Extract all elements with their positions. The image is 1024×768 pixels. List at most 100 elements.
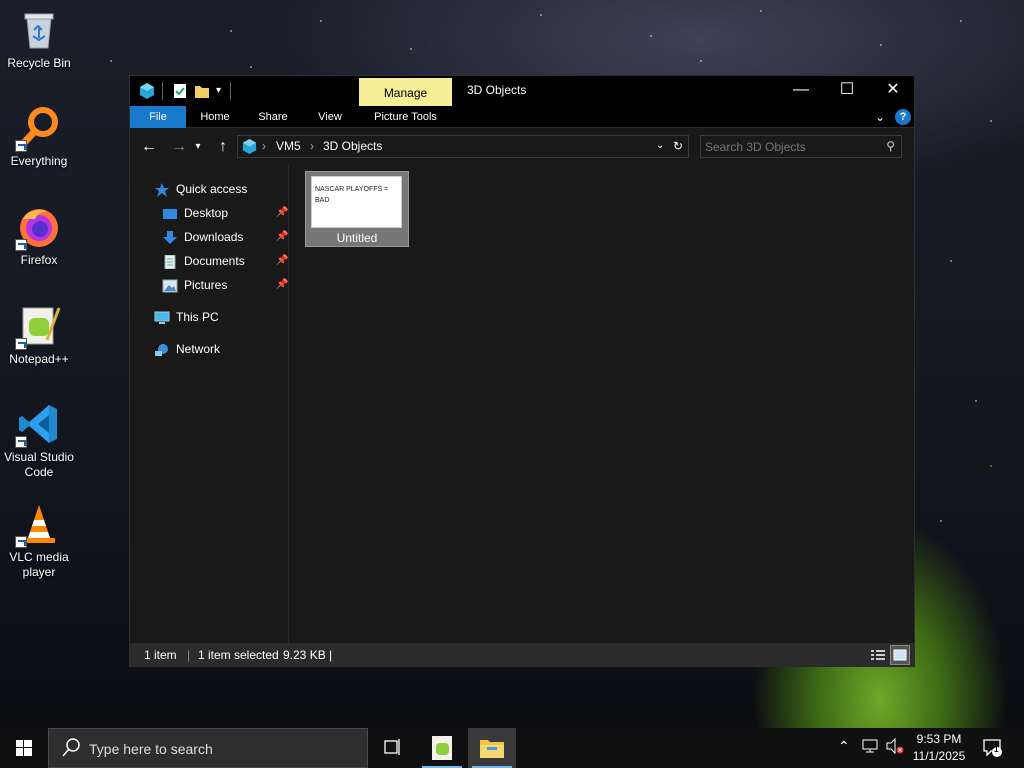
shortcut-arrow-icon	[15, 436, 27, 448]
taskbar-search-box[interactable]: Type here to search	[48, 728, 368, 768]
vscode-icon	[15, 402, 61, 448]
system-clock[interactable]: 9:53 PM 11/1/2025	[906, 731, 972, 765]
window-title: 3D Objects	[467, 83, 527, 97]
clock-time: 9:53 PM	[916, 732, 962, 746]
breadcrumb-vm5[interactable]: VM5	[276, 139, 301, 153]
vlc-icon	[15, 502, 61, 548]
firefox-icon	[15, 205, 61, 251]
task-view-button[interactable]	[368, 728, 416, 768]
tab-view[interactable]: View	[307, 106, 353, 128]
nav-pictures[interactable]: Pictures 📌	[162, 274, 289, 296]
maximize-button[interactable]: ☐	[824, 76, 870, 106]
title-bar[interactable]: ▾ Manage 3D Objects — ☐ ✕	[130, 76, 914, 106]
document-icon	[162, 254, 178, 270]
clock-date: 11/1/2025	[912, 749, 966, 763]
nav-label: Quick access	[176, 182, 248, 196]
desktop-icon-vlc[interactable]: VLC media player	[0, 502, 78, 580]
breadcrumb-separator-icon: ›	[262, 139, 266, 153]
status-separator: |	[187, 648, 191, 662]
desktop-icon-label: Everything	[10, 154, 68, 168]
properties-icon[interactable]	[172, 82, 188, 100]
tab-file[interactable]: File	[130, 106, 186, 128]
address-dropdown-icon[interactable]: ⌄	[656, 140, 664, 151]
address-row: ← → ▾ ↑ › VM5 › 3D Objects ⌄ ↻ ⚲	[130, 129, 914, 165]
shortcut-arrow-icon	[15, 140, 27, 152]
file-item[interactable]: NASCAR PLAYOFFS = BAD Untitled	[305, 171, 409, 247]
tab-home[interactable]: Home	[192, 106, 238, 128]
nav-label: Desktop	[184, 206, 229, 220]
star-icon	[154, 182, 170, 197]
nav-label: Network	[176, 342, 221, 356]
show-hidden-icons-button[interactable]: ⌃	[838, 738, 850, 755]
help-icon[interactable]: ?	[895, 109, 911, 125]
status-item-count: 1 item	[144, 648, 177, 662]
shortcut-arrow-icon	[15, 239, 27, 251]
taskbar-app-file-explorer[interactable]	[468, 728, 516, 768]
pin-icon: 📌	[276, 207, 289, 218]
recent-locations-button[interactable]: ▾	[192, 136, 204, 158]
volume-muted-icon[interactable]	[885, 737, 905, 757]
file-thumbnail: NASCAR PLAYOFFS = BAD	[311, 176, 402, 228]
minimize-button[interactable]: —	[778, 76, 824, 106]
back-button[interactable]: ←	[138, 136, 160, 158]
desktop-folder-icon	[162, 206, 178, 220]
notification-center-icon[interactable]: 1	[982, 737, 1004, 762]
refresh-icon[interactable]: ↻	[673, 139, 683, 153]
nav-desktop[interactable]: Desktop 📌	[162, 202, 289, 224]
recycle-bin-icon	[17, 8, 61, 52]
new-folder-icon[interactable]	[194, 82, 210, 100]
tab-share[interactable]: Share	[250, 106, 296, 128]
desktop-icon-firefox[interactable]: Firefox	[0, 205, 78, 268]
search-icon: ⚲	[886, 139, 895, 153]
desktop-icon-label: Firefox	[20, 253, 58, 267]
up-button[interactable]: ↑	[212, 136, 234, 158]
close-button[interactable]: ✕	[870, 76, 916, 106]
desktop-icon-everything[interactable]: Everything	[0, 106, 78, 169]
status-selection: 1 item selected	[198, 648, 279, 662]
large-icons-view-button[interactable]	[890, 645, 910, 665]
network-tray-icon[interactable]	[862, 738, 880, 757]
network-icon	[154, 342, 170, 356]
notepad-plus-plus-icon	[15, 304, 61, 350]
desktop-icon-label: Recycle Bin	[7, 56, 71, 70]
address-bar[interactable]: › VM5 › 3D Objects ⌄ ↻	[237, 135, 689, 158]
tab-manage[interactable]: Manage	[359, 78, 452, 106]
pin-icon: 📌	[276, 279, 289, 290]
expand-ribbon-icon[interactable]: ⌄	[872, 106, 888, 128]
desktop-icon-label: Notepad++	[9, 352, 69, 366]
search-input[interactable]	[705, 138, 875, 155]
ribbon-tabs: File Home Share View Picture Tools ⌄ ?	[130, 106, 914, 128]
taskbar-app-notepad-plus-plus[interactable]	[418, 728, 466, 768]
desktop-icon-notepad-plus-plus[interactable]: Notepad++	[0, 304, 78, 367]
status-bar: 1 item | 1 item selected 9.23 KB |	[130, 643, 914, 667]
nav-documents[interactable]: Documents 📌	[162, 250, 289, 272]
start-button[interactable]	[0, 728, 48, 768]
tab-picture-tools[interactable]: Picture Tools	[359, 106, 452, 128]
desktop-icon-vscode[interactable]: Visual Studio Code	[0, 402, 78, 480]
everything-search-icon	[15, 106, 61, 152]
search-icon	[61, 737, 81, 762]
customize-quick-access-icon[interactable]: ▾	[216, 82, 226, 100]
desktop-icon-label: VLC media player	[9, 550, 69, 579]
breadcrumb-3d-objects[interactable]: 3D Objects	[323, 139, 382, 153]
nav-label: Downloads	[184, 230, 244, 244]
taskbar-search-placeholder: Type here to search	[89, 741, 213, 757]
pin-icon: 📌	[276, 231, 289, 242]
3d-objects-folder-icon	[138, 82, 156, 100]
file-list-area[interactable]: NASCAR PLAYOFFS = BAD Untitled	[290, 165, 914, 643]
search-box[interactable]: ⚲	[700, 135, 902, 158]
nav-label: Pictures	[184, 278, 228, 292]
shortcut-arrow-icon	[15, 536, 27, 548]
3d-objects-folder-icon	[241, 138, 258, 158]
file-explorer-icon	[480, 740, 504, 758]
nav-downloads[interactable]: Downloads 📌	[162, 226, 289, 248]
details-view-button[interactable]	[868, 645, 888, 665]
pictures-icon	[162, 278, 178, 293]
shortcut-arrow-icon	[15, 338, 27, 350]
status-size: 9.23 KB	[283, 648, 326, 662]
forward-button[interactable]: →	[168, 136, 190, 158]
pin-icon: 📌	[276, 255, 289, 266]
status-separator: |	[329, 648, 333, 662]
file-name: Untitled	[336, 231, 378, 245]
desktop-icon-recycle-bin[interactable]: Recycle Bin	[0, 8, 78, 71]
